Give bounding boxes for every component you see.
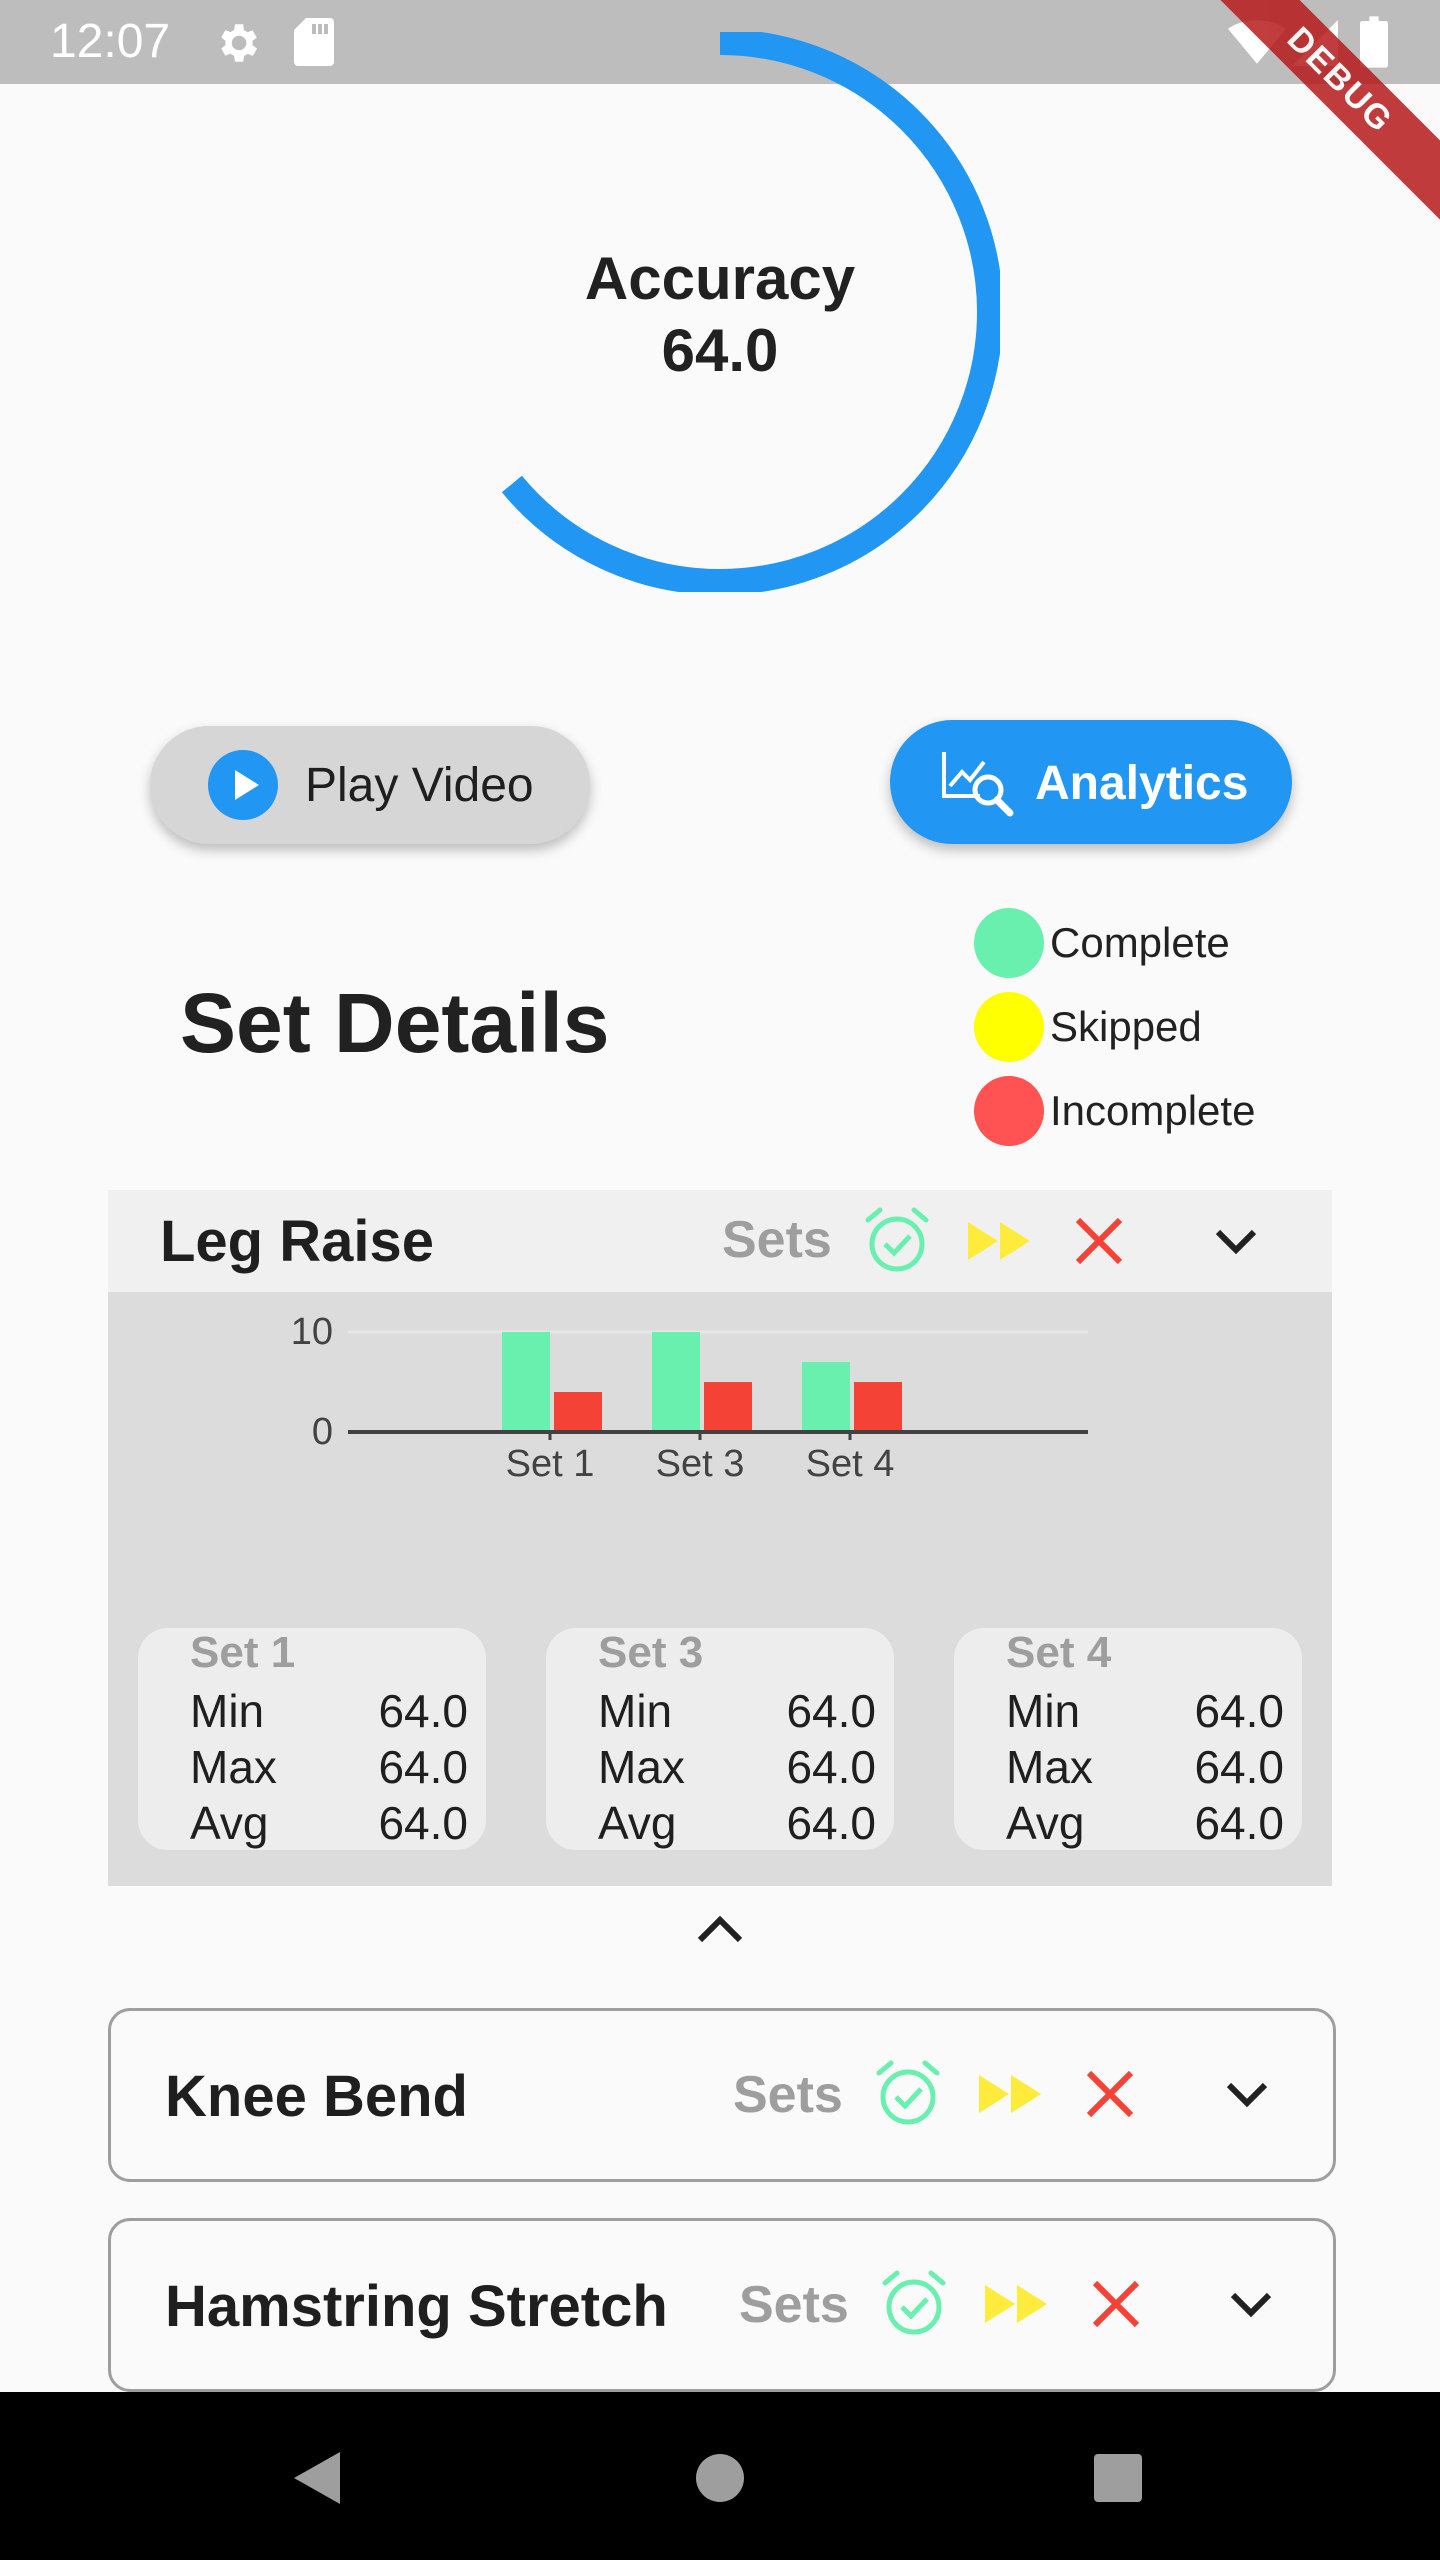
exercise-header-leg-raise[interactable]: Leg Raise Sets — [108, 1190, 1332, 1292]
exercise-card-knee-bend[interactable]: Knee Bend Sets — [108, 2008, 1336, 2182]
analytics-label: Analytics — [1035, 757, 1249, 810]
set-details-title: Set Details — [180, 976, 610, 1070]
stat-value: 64.0 — [786, 1797, 876, 1849]
chevron-down-icon[interactable] — [1214, 1226, 1258, 1256]
accuracy-value: 64.0 — [661, 317, 779, 384]
gear-icon — [221, 24, 257, 62]
analytics-icon — [942, 752, 1014, 817]
stat-value: 64.0 — [378, 1685, 468, 1737]
battery-icon — [1360, 16, 1388, 68]
stat-label: Min — [1006, 1685, 1081, 1737]
chart-bar — [802, 1362, 850, 1432]
stat-value: 64.0 — [1194, 1741, 1284, 1793]
chart-bar — [704, 1382, 752, 1432]
close-icon — [1075, 1217, 1123, 1265]
exercise-title: Knee Bend — [165, 2064, 468, 2129]
accuracy-label: Accuracy — [584, 245, 856, 312]
stat-value: 64.0 — [378, 1741, 468, 1793]
play-icon — [208, 750, 278, 820]
x-tick-label: Set 1 — [506, 1443, 595, 1485]
legend-skipped-label: Skipped — [1050, 1003, 1202, 1050]
set-stats-title: Set 1 — [190, 1628, 296, 1677]
stat-label: Max — [190, 1741, 277, 1793]
recents-icon[interactable] — [1092, 2452, 1144, 2504]
alarm-check-icon — [865, 1207, 929, 1272]
fast-forward-icon — [979, 2075, 1041, 2113]
legend-incomplete-dot — [974, 1076, 1044, 1146]
stat-label: Min — [190, 1685, 265, 1737]
stat-label: Max — [1006, 1741, 1093, 1793]
analytics-button[interactable]: Analytics — [890, 720, 1292, 844]
play-video-label: Play Video — [305, 759, 534, 812]
back-icon[interactable] — [290, 2448, 344, 2508]
set-stats-title: Set 4 — [1006, 1628, 1112, 1677]
alarm-check-icon — [876, 2060, 940, 2125]
x-tick-label: Set 3 — [656, 1443, 745, 1485]
chart-bar — [854, 1382, 902, 1432]
legend-complete-label: Complete — [1050, 919, 1230, 966]
legend-incomplete-label: Incomplete — [1050, 1087, 1256, 1134]
stat-label: Max — [598, 1741, 685, 1793]
alarm-check-icon — [882, 2270, 946, 2335]
home-icon[interactable] — [694, 2452, 746, 2504]
chart-bar — [652, 1332, 700, 1432]
stat-label: Avg — [1006, 1797, 1085, 1849]
exercise-title: Hamstring Stretch — [165, 2274, 668, 2339]
set-stats-box: Set 3 Min 64.0 Max 64.0 Avg 64.0 — [546, 1628, 894, 1850]
exercise-title: Leg Raise — [160, 1209, 434, 1274]
play-video-button[interactable]: Play Video — [150, 726, 590, 844]
stat-label: Avg — [598, 1797, 677, 1849]
legend-skipped-dot — [974, 992, 1044, 1062]
stat-value: 64.0 — [786, 1741, 876, 1793]
sets-label: Sets — [733, 2066, 843, 2124]
fast-forward-icon — [968, 1222, 1030, 1260]
stat-value: 64.0 — [378, 1797, 468, 1849]
stat-label: Min — [598, 1685, 673, 1737]
stat-value: 64.0 — [786, 1685, 876, 1737]
chart-bar — [502, 1332, 550, 1432]
x-tick-label: Set 4 — [806, 1443, 895, 1485]
set-stats-box: Set 1 Min 64.0 Max 64.0 Avg 64.0 — [138, 1628, 486, 1850]
exercise-card-leg-raise: Leg Raise Sets 10 0 Set 1 Set 3 Set 4 Set … — [108, 1190, 1332, 1886]
stat-value: 64.0 — [1194, 1685, 1284, 1737]
close-icon — [1086, 2070, 1134, 2118]
chevron-down-icon[interactable] — [1225, 2079, 1269, 2109]
stat-label: Avg — [190, 1797, 269, 1849]
sd-card-icon — [294, 18, 334, 66]
navigation-bar — [0, 2392, 1440, 2560]
set-stats-title: Set 3 — [598, 1628, 704, 1677]
sets-bar-chart: 10 0 Set 1 Set 3 Set 4 — [291, 1311, 1088, 1485]
sets-label: Sets — [739, 2276, 849, 2334]
sets-label: Sets — [722, 1211, 832, 1269]
stat-value: 64.0 — [1194, 1797, 1284, 1849]
y-tick-label: 0 — [312, 1411, 333, 1453]
close-icon — [1092, 2280, 1140, 2328]
fast-forward-icon — [985, 2285, 1047, 2323]
legend-complete-dot — [974, 908, 1044, 978]
set-stats-box: Set 4 Min 64.0 Max 64.0 Avg 64.0 — [954, 1628, 1302, 1850]
status-time: 12:07 — [50, 15, 171, 68]
chart-bar — [554, 1392, 602, 1432]
chevron-down-icon[interactable] — [1229, 2289, 1273, 2319]
chevron-up-icon[interactable] — [692, 1908, 748, 1948]
y-tick-label: 10 — [291, 1311, 333, 1353]
exercise-card-hamstring-stretch[interactable]: Hamstring Stretch Sets — [108, 2218, 1336, 2392]
